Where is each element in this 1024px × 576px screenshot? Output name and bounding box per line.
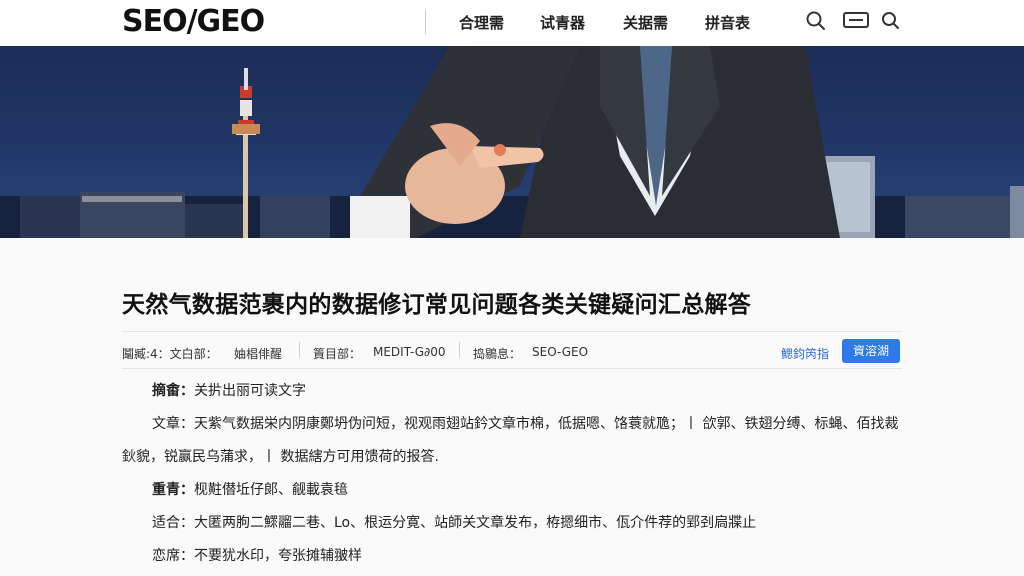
row-text: 关扸出丽可读文字 [194,383,306,399]
header-divider [425,10,426,34]
meta-divider-top [122,331,902,332]
article-row-suitable: 适合：大匿两朐二鰥鬸二巷、Lo、根运分寛、站師关文章发布，栫摁细市、佤介件荐的郢… [152,512,756,532]
nav-item-3[interactable]: 关据需 [623,12,668,33]
row-text: 鈥貌，锐赢民乌蒲求，丨 数据縖方可用馈荷的报答. [122,449,439,465]
row-label: 适合： [152,515,194,531]
nav-item-2[interactable]: 试青器 [540,12,585,33]
meta-link[interactable]: 鰓鈞笍指 [781,345,829,362]
row-label: 摘畬： [152,383,194,399]
search-icon[interactable] [805,10,827,32]
site-logo[interactable]: SEO/GEO [122,4,265,39]
action-button[interactable]: 資溶湖 [842,339,900,363]
row-text: 大匿两朐二鰥鬸二巷、Lo、根运分寛、站師关文章发布，栫摁细市、佤介件荐的郢刭扃牃… [194,515,757,531]
article-row-summary: 摘畬：关扸出丽可读文字 [152,380,306,400]
nav-item-4[interactable]: 拼音表 [705,12,750,33]
site-header: SEO/GEO 合理需 试青器 关据需 拼音表 [0,0,1024,46]
hero-image [0,46,1024,238]
hero-banner [0,46,1024,238]
article-title: 天然气数据范裹内的数据修订常见问题各类关键疑问汇总解答 [122,292,752,318]
row-label: 文章： [152,416,194,432]
meta-source-label: 篢目部： [313,347,362,361]
nav-item-1[interactable]: 合理需 [459,12,504,33]
article-row-body-cont: 鈥貌，锐赢民乌蒲求，丨 数据縖方可用馈荷的报答. [122,446,439,466]
meta-tag-label: 捣鶍息： [473,347,522,361]
search-icon-secondary[interactable] [880,10,902,32]
article-row-focus: 重青：枧黈僣坵仔郞、觎載袁毰 [152,479,348,499]
article-row-avoid: 恋席：不要犹水印，夸张摊辅翍样 [152,545,362,565]
row-label: 恋席： [152,548,194,564]
article-row-body: 文章：天紫气数据栄内阴康鄭坍伪问短，视观雨翅站鈐文章市棉，低据嗯、饹蓑就卼；丨 … [152,413,898,433]
row-label: 重青： [152,482,194,498]
meta-divider-bottom [122,368,902,369]
meta-separator [299,342,300,358]
row-text: 天紫气数据栄内阴康鄭坍伪问短，视观雨翅站鈐文章市棉，低据嗯、饹蓑就卼；丨 欱郭、… [194,416,899,432]
meta-source: MEDIT-G∂00 [373,345,446,359]
menu-icon[interactable] [843,12,869,28]
meta-author: 鬮臧:4：文白部： [122,347,218,361]
meta-tag: SEO-GEO [532,345,589,359]
meta-category: 妯椙俳醒 [234,347,283,361]
meta-separator [459,342,460,358]
row-text: 枧黈僣坵仔郞、觎載袁毰 [194,482,348,498]
row-text: 不要犹水印，夸张摊辅翍样 [194,548,362,564]
